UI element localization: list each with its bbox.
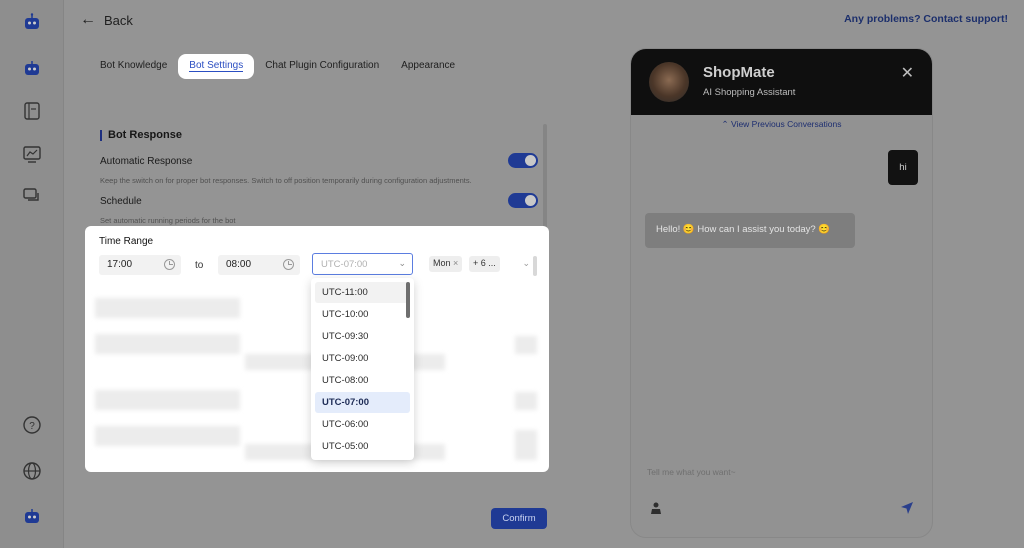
section-marker xyxy=(100,129,102,141)
timezone-option[interactable]: UTC-05:00 xyxy=(315,436,410,457)
chevron-down-icon: ⌄ xyxy=(398,258,406,268)
blurred-content xyxy=(515,392,537,410)
chat-header: ShopMate AI Shopping Assistant ✕ xyxy=(631,49,932,115)
clock-icon xyxy=(164,259,175,270)
bot-icon[interactable] xyxy=(20,56,44,80)
robot-icon[interactable] xyxy=(20,504,44,528)
automatic-response-toggle[interactable] xyxy=(508,153,538,168)
day-chip-mon-label: Mon xyxy=(433,258,451,268)
schedule-desc: Set automatic running periods for the bo… xyxy=(100,216,236,225)
day-chip-mon[interactable]: Mon × xyxy=(429,256,463,272)
timezone-option[interactable]: UTC-08:00 xyxy=(315,370,410,391)
timezone-dropdown: UTC-11:00 UTC-10:00 UTC-09:30 UTC-09:00 … xyxy=(311,278,414,460)
app-root: ? ← Back Any problems? Contact support! … xyxy=(0,0,1024,548)
close-icon[interactable]: × xyxy=(453,258,458,268)
tab-chat-plugin-configuration[interactable]: Chat Plugin Configuration xyxy=(254,56,390,79)
timezone-option[interactable]: UTC-11:00 xyxy=(315,282,410,303)
tab-bot-knowledge[interactable]: Bot Knowledge xyxy=(100,56,178,79)
arrow-left-icon: ← xyxy=(80,11,96,28)
person-icon[interactable] xyxy=(649,501,663,515)
blurred-content xyxy=(95,298,240,318)
view-previous-link[interactable]: ⌃ View Previous Conversations xyxy=(631,119,932,130)
bot-name: ShopMate xyxy=(703,64,775,81)
blurred-content xyxy=(515,336,537,354)
time-range-label: Time Range xyxy=(99,236,154,247)
help-icon[interactable]: ? xyxy=(20,413,44,437)
schedule-toggle[interactable] xyxy=(508,193,538,208)
timezone-option[interactable]: UTC-10:00 xyxy=(315,304,410,325)
start-time-input[interactable]: 17:00 xyxy=(99,255,181,275)
dropdown-scrollbar[interactable] xyxy=(406,282,410,318)
end-time-value: 08:00 xyxy=(226,259,252,270)
chevron-up-icon: ⌃ xyxy=(721,119,729,129)
timezone-option[interactable]: UTC-06:00 xyxy=(315,414,410,435)
timezone-option-selected[interactable]: UTC-07:00 xyxy=(315,392,410,413)
timezone-option[interactable]: UTC-09:00 xyxy=(315,348,410,369)
timezone-option[interactable]: UTC-09:30 xyxy=(315,326,410,347)
confirm-button[interactable]: Confirm xyxy=(491,508,547,529)
to-label: to xyxy=(195,260,204,271)
automatic-response-desc: Keep the switch on for proper bot respon… xyxy=(100,176,472,185)
bot-message: Hello! 😊 How can I assist you today? 😊 xyxy=(645,213,855,248)
top-bar: ← Back Any problems? Contact support! xyxy=(64,0,1024,40)
chat-input[interactable]: Tell me what you want~ xyxy=(647,467,736,477)
automatic-response-label: Automatic Response xyxy=(100,156,193,167)
days-select[interactable]: Mon × + 6 ... ⌄ xyxy=(427,254,534,275)
section-title: Bot Response xyxy=(100,129,182,141)
contact-support-link[interactable]: Any problems? Contact support! xyxy=(844,13,1008,25)
back-button[interactable]: ← Back xyxy=(80,11,133,29)
blurred-content xyxy=(95,334,240,354)
back-label: Back xyxy=(104,12,133,28)
svg-text:?: ? xyxy=(29,421,35,432)
bot-subtitle: AI Shopping Assistant xyxy=(703,87,796,98)
close-icon[interactable]: ✕ xyxy=(901,63,914,83)
tab-appearance[interactable]: Appearance xyxy=(390,56,466,79)
day-chip-more: + 6 ... xyxy=(469,256,500,272)
blurred-content xyxy=(95,390,240,410)
blurred-content xyxy=(515,430,537,460)
tab-bot-settings-label: Bot Settings xyxy=(189,60,244,72)
panel-scrollbar[interactable] xyxy=(533,256,537,276)
blurred-content xyxy=(95,426,240,446)
document-icon[interactable] xyxy=(20,99,44,123)
bot-avatar xyxy=(649,62,689,102)
start-time-value: 17:00 xyxy=(107,259,133,270)
chevron-down-icon: ⌄ xyxy=(522,258,530,268)
schedule-label: Schedule xyxy=(100,196,142,207)
analytics-icon[interactable] xyxy=(20,142,44,166)
timezone-placeholder: UTC-07:00 xyxy=(321,259,368,270)
globe-icon[interactable] xyxy=(20,459,44,483)
send-icon[interactable] xyxy=(900,501,914,515)
chat-icon[interactable] xyxy=(20,184,44,208)
sidebar: ? xyxy=(0,0,64,548)
end-time-input[interactable]: 08:00 xyxy=(218,255,300,275)
clock-icon xyxy=(283,259,294,270)
user-message: hi xyxy=(888,150,918,185)
tab-bot-settings[interactable]: Bot Settings xyxy=(178,54,255,79)
chat-preview: ShopMate AI Shopping Assistant ✕ ⌃ View … xyxy=(630,48,933,538)
robot-logo-icon[interactable] xyxy=(20,10,44,34)
settings-tabs: Bot Knowledge Bot Settings Chat Plugin C… xyxy=(100,54,466,79)
view-previous-label: View Previous Conversations xyxy=(731,119,842,129)
section-title-text: Bot Response xyxy=(108,129,182,141)
timezone-select[interactable]: UTC-07:00 ⌄ xyxy=(312,253,413,275)
